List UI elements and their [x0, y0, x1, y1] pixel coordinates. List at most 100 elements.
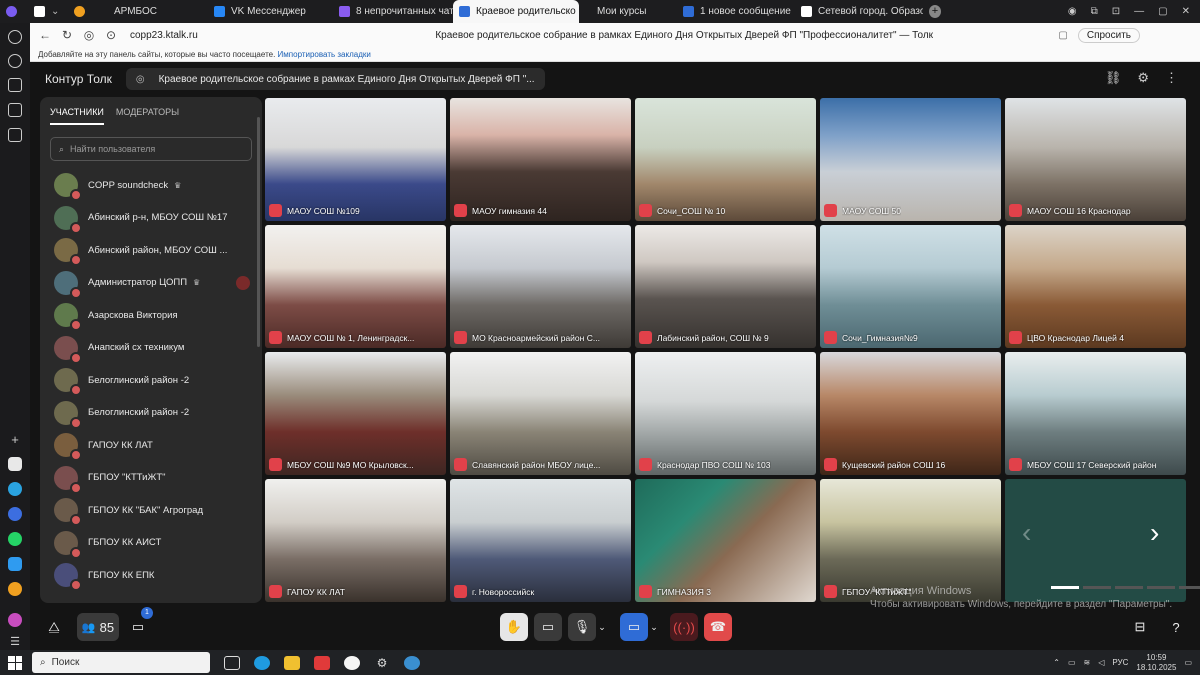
tab-new-message[interactable]: 1 новое сообщение: [669, 0, 795, 23]
shapes-icon[interactable]: ⧋: [44, 613, 64, 641]
protect-icon[interactable]: ◎: [78, 28, 100, 42]
meeting-title-pill[interactable]: ◎ Краевое родительское собрание в рамках…: [125, 68, 545, 90]
tab-active-meeting[interactable]: Краевое родительско ✕: [453, 0, 579, 23]
next-page-icon[interactable]: ›: [1150, 517, 1159, 549]
video-tile[interactable]: ГИМНАЗИЯ 3: [635, 479, 816, 602]
games-icon[interactable]: [8, 582, 22, 596]
video-tile[interactable]: МАОУ гимназия 44: [450, 98, 631, 221]
history-icon[interactable]: [8, 30, 22, 44]
video-tile[interactable]: Краснодар ПВО СОШ № 103: [635, 352, 816, 475]
page-dot[interactable]: [1179, 586, 1200, 589]
video-tile[interactable]: МБОУ СОШ №9 МО Крыловск...: [265, 352, 446, 475]
hangup-button[interactable]: ☎: [704, 613, 732, 641]
participant-item[interactable]: ГБПОУ "КТТиЖТ": [40, 462, 262, 495]
notes-icon[interactable]: [8, 103, 22, 117]
prev-page-icon[interactable]: ‹: [1022, 517, 1031, 549]
participant-item[interactable]: ГАПОУ КК ЛАТ: [40, 429, 262, 462]
ask-button[interactable]: Спросить: [1077, 27, 1140, 43]
gear-icon[interactable]: ⚙: [1137, 70, 1149, 86]
video-tile[interactable]: Сочи_СОШ № 10: [635, 98, 816, 221]
scrollbar[interactable]: [257, 117, 260, 347]
new-tab-button[interactable]: +: [923, 0, 947, 23]
help-icon[interactable]: ?: [1166, 613, 1186, 641]
video-tile[interactable]: МБОУ СОШ 17 Северский район: [1005, 352, 1186, 475]
whatsapp-icon[interactable]: [8, 532, 22, 546]
participant-item[interactable]: Абинский район, МБОУ СОШ ...: [40, 234, 262, 267]
camera-options-icon[interactable]: ⌄: [648, 613, 660, 641]
video-tile[interactable]: МАОУ СОШ 50: [820, 98, 1001, 221]
collections-icon[interactable]: ⧉: [1091, 6, 1098, 17]
video-tile[interactable]: Кущевский район СОШ 16: [820, 352, 1001, 475]
tab-moderators[interactable]: МОДЕРАТОРЫ: [116, 107, 179, 125]
number-icon[interactable]: [8, 78, 22, 92]
participant-item[interactable]: ГБПОУ КК АИСТ: [40, 527, 262, 560]
browser-profile-button[interactable]: [0, 0, 28, 23]
user-search-input[interactable]: ⌕ Найти пользователя: [50, 137, 252, 161]
raise-hand-button[interactable]: ✋: [500, 613, 528, 641]
participants-button[interactable]: 👥 85: [77, 613, 119, 641]
video-tile[interactable]: МАОУ СОШ 16 Краснодар: [1005, 98, 1186, 221]
telegram-icon[interactable]: [8, 482, 22, 496]
video-tile[interactable]: МО Красноармейский район С...: [450, 225, 631, 348]
video-tile[interactable]: Лабинский район, СОШ № 9: [635, 225, 816, 348]
tab-armbos[interactable]: АРМБОС: [108, 0, 208, 23]
participant-item[interactable]: COPP soundcheck ♛: [40, 169, 262, 202]
site-info-icon[interactable]: ⊙: [100, 28, 122, 42]
refresh-icon[interactable]: ↻: [56, 28, 78, 42]
taskbar-search[interactable]: ⌕ Поиск: [32, 652, 210, 673]
minimize-icon[interactable]: —: [1134, 6, 1144, 17]
participant-item[interactable]: Азарскова Виктория: [40, 299, 262, 332]
mic-options-icon[interactable]: ⌄: [596, 613, 608, 641]
wifi-icon[interactable]: ≋: [1084, 658, 1091, 667]
participant-item[interactable]: Анапский сх техникум: [40, 332, 262, 365]
close-window-icon[interactable]: ✕: [1182, 6, 1190, 17]
notifications-icon[interactable]: ▭: [1184, 658, 1192, 667]
url-field[interactable]: copp23.ktalk.ru: [130, 30, 310, 41]
tab-vk-messenger[interactable]: VK Мессенджер: [208, 0, 333, 23]
more-icon[interactable]: ⋮: [1165, 70, 1178, 86]
play-icon[interactable]: [8, 54, 22, 68]
explorer-icon[interactable]: [284, 655, 300, 670]
video-tile[interactable]: МАОУ СОШ №109: [265, 98, 446, 221]
tab-participants[interactable]: УЧАСТНИКИ: [50, 107, 104, 125]
video-tile[interactable]: ГАПОУ КК ЛАТ: [265, 479, 446, 602]
yandex-browser-icon[interactable]: [344, 655, 360, 670]
settings-icon[interactable]: ⚙: [374, 656, 390, 670]
bookmark-icon[interactable]: ⊡: [1112, 6, 1120, 17]
tab-pinned-1[interactable]: ⌄: [28, 0, 68, 23]
tab-pinned-2[interactable]: [68, 0, 108, 23]
video-tile[interactable]: ГБПОУ "КТТиЖТ": [820, 479, 1001, 602]
mail-app-icon[interactable]: [8, 557, 22, 571]
maximize-icon[interactable]: ▢: [1158, 6, 1167, 17]
layout-icon[interactable]: ⊟: [1130, 613, 1150, 641]
participant-item[interactable]: ГБПОУ КК ЕПК: [40, 559, 262, 592]
edge-icon[interactable]: [254, 655, 270, 670]
tab-unread-chats[interactable]: 8 непрочитанных чатов: [333, 0, 453, 23]
back-icon[interactable]: ←: [34, 28, 56, 42]
messenger-icon[interactable]: [8, 507, 22, 521]
bookmark-icon[interactable]: ▢: [1058, 30, 1067, 41]
video-tile[interactable]: Сочи_Гимназия№9: [820, 225, 1001, 348]
app-icon[interactable]: [404, 655, 420, 670]
language-indicator[interactable]: РУС: [1112, 658, 1128, 667]
microphone-button[interactable]: 🎙: [568, 613, 596, 641]
screen-share-button[interactable]: ▭: [534, 613, 562, 641]
video-tile[interactable]: ЦВО Краснодар Лицей 4: [1005, 225, 1186, 348]
panel-settings-icon[interactable]: ☰: [8, 635, 22, 649]
participant-item[interactable]: Белоглинский район -2: [40, 397, 262, 430]
app-icon[interactable]: [8, 457, 22, 471]
clock[interactable]: 10:59 18.10.2025: [1136, 653, 1176, 673]
camera-button[interactable]: ▭: [620, 613, 648, 641]
task-view-icon[interactable]: [224, 655, 240, 670]
alice-icon[interactable]: [8, 613, 22, 627]
participant-item[interactable]: Абинский р-н, МБОУ СОШ №17: [40, 202, 262, 235]
volume-icon[interactable]: ◁: [1098, 658, 1104, 667]
participant-item[interactable]: Белоглинский район -2: [40, 364, 262, 397]
broadcast-button[interactable]: ((·)): [670, 613, 698, 641]
participant-item[interactable]: ГБПОУ КК "БАК" Агроград: [40, 494, 262, 527]
profile-icon[interactable]: ◉: [1068, 6, 1077, 17]
tab-my-courses[interactable]: Мои курсы: [579, 0, 669, 23]
windows-start-icon[interactable]: [8, 655, 22, 670]
video-tile[interactable]: Славянский район МБОУ лице...: [450, 352, 631, 475]
video-tile[interactable]: г. Новороссийск: [450, 479, 631, 602]
